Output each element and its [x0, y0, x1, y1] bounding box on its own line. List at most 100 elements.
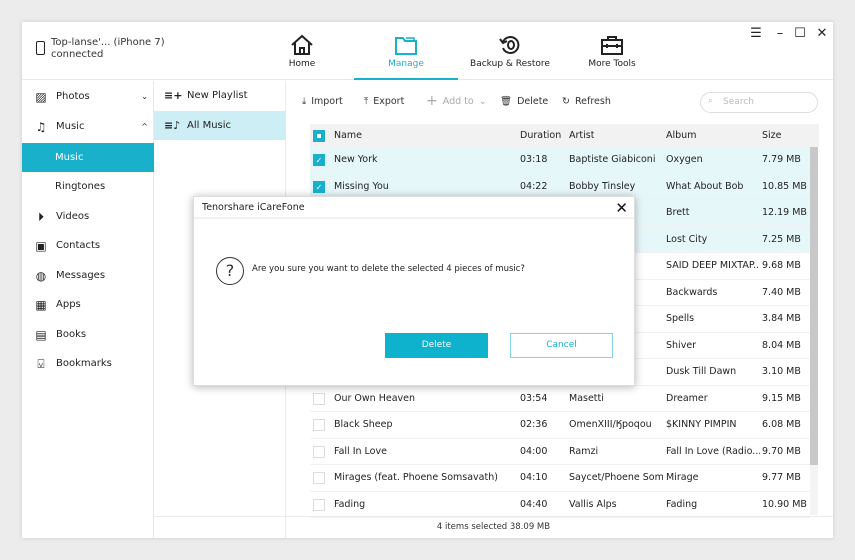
import-button[interactable]: ⤓ Import: [302, 91, 343, 111]
cell-artist: OmenXIII/Ӄpoqou: [569, 419, 652, 430]
playlist-add-icon: ≡+: [164, 89, 183, 102]
phone-icon: [36, 41, 45, 55]
search-input[interactable]: ⌕ Search: [700, 92, 818, 113]
chevron-up-icon: ^: [141, 122, 148, 131]
cell-duration: 04:10: [520, 472, 548, 483]
playlist-label: New Playlist: [187, 90, 248, 101]
sidebar-item-ringtones[interactable]: Ringtones: [22, 172, 154, 201]
sidebar-item-contacts[interactable]: ▣ Contacts: [22, 231, 154, 260]
cell-album: Lost City: [666, 233, 708, 245]
table-row[interactable]: ✓ New York 03:18 Baptiste Giabiconi Oxygen 7.…: [310, 147, 810, 174]
cell-duration: 03:18: [520, 154, 548, 165]
home-icon: [291, 34, 313, 55]
row-checkbox[interactable]: [313, 445, 325, 458]
header-album[interactable]: Album: [666, 124, 696, 147]
cell-artist: Saycet/Phoene Som...: [569, 472, 663, 483]
scrollbar[interactable]: [810, 147, 818, 515]
sidebar-item-music[interactable]: ♫ Music ^: [22, 112, 154, 141]
cell-size: 3.10 MB: [762, 366, 801, 377]
cell-duration: 02:36: [520, 419, 548, 430]
search-icon: ⌕: [708, 96, 714, 106]
header-name[interactable]: Name: [334, 124, 362, 147]
chevron-down-icon: ⌄: [141, 92, 148, 101]
confirm-delete-button[interactable]: Delete: [385, 333, 488, 358]
cell-size: 9.15 MB: [762, 392, 801, 404]
row-checkbox[interactable]: [313, 472, 325, 484]
search-placeholder: Search: [723, 97, 754, 107]
maximize-button[interactable]: ☐: [790, 26, 810, 41]
status-bar: 4 items selected 38.09 MB: [154, 516, 833, 538]
sidebar-label: Videos: [56, 211, 90, 222]
cell-duration: 04:40: [520, 498, 548, 510]
add-to-button[interactable]: + Add to ⌄: [426, 91, 487, 111]
delete-button[interactable]: 🗑 Delete: [500, 91, 548, 111]
refresh-button[interactable]: ↻ Refresh: [562, 91, 611, 111]
header-duration[interactable]: Duration: [520, 124, 561, 147]
cancel-button[interactable]: Cancel: [510, 333, 613, 358]
cell-album: SAID DEEP MIXTAP...: [666, 260, 760, 271]
dialog-message: Are you sure you want to delete the sele…: [252, 264, 525, 274]
cell-album: Spells: [666, 313, 695, 324]
cell-name: New York: [334, 154, 378, 165]
header-size[interactable]: Size: [762, 124, 782, 147]
sidebar-item-bookmarks[interactable]: ⍌ Bookmarks: [22, 349, 154, 378]
sidebar-item-books[interactable]: ▤ Books: [22, 320, 154, 349]
close-button[interactable]: ✕: [812, 26, 832, 41]
export-button[interactable]: ⤒ Export: [364, 91, 404, 111]
nav-more-tools[interactable]: More Tools: [560, 22, 664, 80]
dialog-close-icon[interactable]: ✕: [615, 199, 628, 217]
playlist-all-music[interactable]: ≡♪ All Music: [154, 111, 286, 140]
cell-size: 10.85 MB: [762, 180, 807, 192]
cell-album: Backwards: [666, 286, 718, 298]
select-all-checkbox[interactable]: [313, 130, 325, 142]
trash-icon: 🗑: [500, 95, 513, 107]
row-checkbox[interactable]: ✓: [313, 154, 325, 166]
sidebar-label: Music: [55, 152, 84, 163]
table-row[interactable]: Black Sheep 02:36 OmenXIII/Ӄpoqou $KINNY PI…: [310, 412, 810, 439]
table-row[interactable]: Fading 04:40 Vallis Alps Fading 10.90 MB: [310, 492, 810, 518]
sidebar-item-messages[interactable]: ◍ Messages: [22, 261, 154, 290]
cell-size: 9.70 MB: [762, 445, 801, 457]
plus-icon: +: [426, 93, 438, 109]
cell-name: Black Sheep: [334, 419, 393, 430]
row-checkbox[interactable]: [313, 419, 325, 431]
minimize-button[interactable]: –: [770, 26, 790, 41]
table-row[interactable]: Mirages (feat. Phoene Somsavath) 04:10 Say…: [310, 465, 810, 492]
cell-album: $KINNY PIMPIN: [666, 419, 737, 430]
nav-label: Home: [288, 59, 316, 69]
play-icon: ⏵: [37, 209, 44, 224]
header-artist[interactable]: Artist: [569, 124, 594, 147]
refresh-icon: ↻: [562, 95, 570, 107]
bookmark-icon: ⍌: [37, 356, 45, 371]
nav-home[interactable]: Home: [250, 22, 354, 80]
cell-album: Oxygen: [666, 154, 703, 165]
menu-button[interactable]: ☰: [746, 26, 766, 41]
sidebar-item-apps[interactable]: ▦ Apps: [22, 290, 154, 319]
new-playlist-button[interactable]: ≡+ New Playlist: [154, 81, 286, 110]
nav-label: Manage: [388, 59, 424, 69]
sidebar-item-music-sub[interactable]: Music: [22, 143, 154, 172]
row-checkbox[interactable]: [313, 498, 325, 511]
sidebar-item-videos[interactable]: ⏵ Videos: [22, 202, 154, 231]
cell-size: 7.40 MB: [762, 286, 801, 298]
cell-size: 8.04 MB: [762, 339, 801, 351]
export-icon: ⤒: [364, 95, 369, 107]
row-checkbox[interactable]: ✓: [313, 180, 325, 193]
nav-manage[interactable]: Manage: [354, 22, 458, 80]
row-checkbox[interactable]: [313, 392, 325, 405]
dialog-title: Tenorshare iCareFone: [194, 197, 634, 219]
sidebar-item-photos[interactable]: ▨ Photos ⌄: [22, 82, 154, 111]
scrollbar-thumb[interactable]: [810, 147, 818, 465]
device-status: connected: [51, 49, 104, 60]
table-header: Name Duration Artist Album Size: [310, 124, 819, 147]
table-row[interactable]: Fall In Love 04:00 Ramzi Fall In Love (Radi…: [310, 439, 810, 465]
nav-backup-restore[interactable]: Backup & Restore: [458, 22, 562, 80]
table-row[interactable]: Our Own Heaven 03:54 Masetti Dreamer 9.15 MB: [310, 386, 810, 412]
cell-album: Brett: [666, 207, 690, 218]
toolbar-label: Export: [373, 95, 405, 107]
cell-album: Mirage: [666, 472, 699, 483]
photo-icon: ▨: [35, 89, 47, 104]
cell-artist: Baptiste Giabiconi: [569, 154, 656, 165]
cell-size: 12.19 MB: [762, 207, 807, 218]
sidebar-label: Apps: [56, 299, 81, 310]
